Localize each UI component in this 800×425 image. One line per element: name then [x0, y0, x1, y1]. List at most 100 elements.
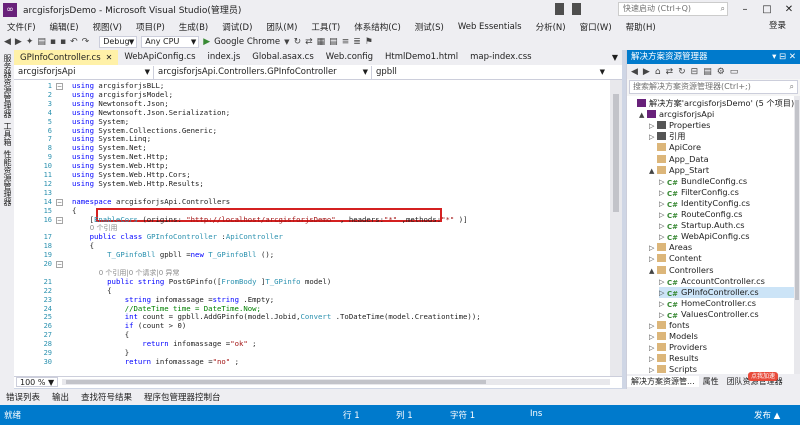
class-dropdown[interactable]: arcgisforjsApi.Controllers.GPInfoControl… — [154, 65, 372, 79]
tree-node[interactable]: ▷ C# ValuesController.cs — [659, 309, 795, 320]
tab-overflow-icon[interactable]: ▼ — [612, 50, 618, 65]
collapse-region-icon[interactable]: − — [56, 198, 63, 206]
bottom-tool-tab[interactable]: 错误列表 — [0, 391, 46, 403]
start-debug-icon[interactable]: ▶ — [203, 37, 210, 47]
forward-icon[interactable]: ▶ — [643, 67, 650, 77]
scrollbar-thumb[interactable] — [66, 380, 486, 384]
tree-scrollbar[interactable] — [794, 96, 800, 374]
refresh-icon[interactable]: ↻ — [294, 37, 302, 47]
tree-node[interactable]: ▷ C# GPInfoController.cs — [659, 286, 795, 298]
side-tool-tab[interactable]: 工具箱 — [2, 122, 13, 146]
menu-item[interactable]: 视图(V) — [86, 21, 129, 33]
quick-launch-input[interactable]: 快速启动 (Ctrl+Q) ⌕ — [618, 2, 728, 16]
toolbar-icon[interactable]: ▤ — [329, 37, 338, 47]
bookmark-icon[interactable]: ⚑ — [365, 37, 373, 47]
tree-node[interactable]: ▷ C# AccountController.cs — [659, 276, 795, 287]
filter-icon[interactable] — [555, 3, 564, 15]
uncomment-icon[interactable]: ≣ — [353, 37, 361, 47]
collapse-region-icon[interactable]: − — [56, 261, 63, 268]
menu-item[interactable]: 团队(M) — [259, 21, 304, 33]
publish-button[interactable]: 发布 ▲ — [754, 409, 780, 421]
tree-node[interactable]: 解决方案'arcgisforjsDemo' (5 个项目) — [629, 98, 795, 109]
tree-node[interactable]: ▷ C# Startup.Auth.cs — [659, 220, 795, 231]
document-tab[interactable]: WebApiConfig.cs — [118, 50, 201, 65]
collapse-region-icon[interactable]: − — [56, 83, 63, 90]
menu-item[interactable]: 文件(F) — [0, 21, 43, 33]
menu-item[interactable]: 体系结构(C) — [347, 21, 408, 33]
open-file-icon[interactable]: ▤ — [37, 37, 46, 47]
expanded-arrow-icon[interactable]: ▲ — [649, 166, 657, 177]
undo-icon[interactable]: ↶ — [70, 37, 78, 47]
tree-node[interactable]: ▲ Controllers — [649, 265, 795, 276]
codelens-reference[interactable]: 0 个引用|0 个请求|0 异常 — [72, 269, 180, 277]
menu-item[interactable]: 生成(B) — [172, 21, 215, 33]
side-tool-tab[interactable]: 性能资源管理器 — [2, 150, 13, 206]
project-dropdown[interactable]: arcgisforjsApi ▼ — [14, 65, 154, 79]
panel-tab[interactable]: 解决方案资源管... — [627, 376, 699, 387]
tree-node[interactable]: ▷ Providers — [649, 342, 795, 353]
save-icon[interactable]: ▪ — [50, 37, 56, 47]
menu-item[interactable]: 编辑(E) — [43, 21, 86, 33]
back-icon[interactable]: ◀ — [4, 37, 11, 47]
close-tab-icon[interactable]: ✕ — [106, 53, 113, 62]
tree-node[interactable]: ▲ App_Start — [649, 165, 795, 176]
tree-node[interactable]: ▷ Results — [649, 353, 795, 364]
back-icon[interactable]: ◀ — [631, 67, 638, 77]
chevron-down-icon[interactable]: ▼ — [284, 38, 289, 46]
document-tab[interactable]: index.js — [202, 50, 247, 65]
expanded-arrow-icon[interactable]: ▲ — [649, 266, 657, 277]
zoom-level-select[interactable]: 100 % ▼ — [16, 377, 58, 387]
comment-icon[interactable]: ≡ — [342, 37, 350, 47]
browser-select[interactable]: Google Chrome — [214, 37, 280, 47]
solution-search-input[interactable]: 搜索解决方案资源管理器(Ctrl+;) ⌕ — [629, 80, 798, 94]
document-tab[interactable]: HtmlDemo1.html — [379, 50, 464, 65]
minimize-button[interactable]: – — [734, 0, 756, 19]
tree-node[interactable]: ▷ fonts — [649, 320, 795, 331]
menu-item[interactable]: 测试(S) — [408, 21, 451, 33]
show-all-files-icon[interactable]: ▤ — [703, 67, 712, 77]
new-project-icon[interactable]: ✦ — [26, 37, 34, 47]
maximize-button[interactable]: □ — [756, 0, 778, 19]
expanded-arrow-icon[interactable]: ▲ — [639, 110, 647, 121]
menu-item[interactable]: Web Essentials — [451, 22, 529, 32]
redo-icon[interactable]: ↷ — [82, 37, 90, 47]
refresh-icon[interactable]: ↻ — [678, 67, 686, 77]
save-all-icon[interactable]: ▪ — [60, 37, 66, 47]
code-editor[interactable]: 1 using arcgisforjsBLL; 2 using arcgisforjs… — [14, 80, 622, 376]
bottom-tool-tab[interactable]: 查找符号结果 — [75, 391, 138, 403]
menu-item[interactable]: 分析(N) — [529, 21, 573, 33]
collapse-region-icon[interactable]: − — [56, 216, 63, 224]
document-tab[interactable]: map-index.css — [464, 50, 537, 65]
scrollbar-thumb[interactable] — [613, 94, 619, 212]
menu-item[interactable]: 调试(D) — [215, 21, 259, 33]
collapse-all-icon[interactable]: ⊟ — [691, 67, 699, 77]
preview-icon[interactable]: ▭ — [730, 67, 739, 77]
horizontal-scrollbar[interactable] — [62, 379, 610, 385]
document-tab[interactable]: Web.config — [320, 50, 379, 65]
toolbar-icon[interactable]: ▦ — [317, 37, 326, 47]
tree-node[interactable]: ▷ C# RouteConfig.cs — [659, 209, 795, 220]
menu-item[interactable]: 项目(P) — [129, 21, 172, 33]
tree-node[interactable]: ▷ C# IdentityConfig.cs — [659, 198, 795, 209]
tree-node[interactable]: ▷ C# WebApiConfig.cs — [659, 231, 795, 242]
speed-badge[interactable]: 点我加速 — [748, 372, 779, 381]
sync-icon[interactable]: ⇄ — [666, 67, 674, 77]
tree-node[interactable]: ▷ Areas — [649, 242, 795, 253]
member-dropdown[interactable]: gpbll ▼ — [372, 66, 608, 79]
browser-link-icon[interactable]: ⇄ — [305, 37, 313, 47]
scrollbar-thumb[interactable] — [795, 100, 799, 300]
menu-item[interactable]: 帮助(H) — [619, 21, 663, 33]
panel-tab[interactable]: 属性 — [699, 376, 723, 387]
collapsed-arrow-icon[interactable]: ▷ — [649, 365, 657, 374]
tree-node[interactable]: ▷ C# FilterConfig.cs — [659, 187, 795, 198]
menu-item[interactable]: 工具(T) — [304, 21, 347, 33]
home-icon[interactable]: ⌂ — [655, 67, 661, 77]
document-tab[interactable]: Global.asax.cs — [246, 50, 320, 65]
vertical-scrollbar[interactable] — [610, 80, 622, 376]
tree-node[interactable]: ▲ arcgisforjsApi — [639, 109, 795, 120]
close-button[interactable]: ✕ — [778, 0, 800, 19]
tree-node[interactable]: ▷ Properties — [649, 120, 795, 131]
tree-node[interactable]: App_Data — [649, 154, 795, 165]
platform-select[interactable]: Any CPU ▼ — [141, 36, 200, 48]
flag-icon[interactable] — [572, 3, 581, 15]
